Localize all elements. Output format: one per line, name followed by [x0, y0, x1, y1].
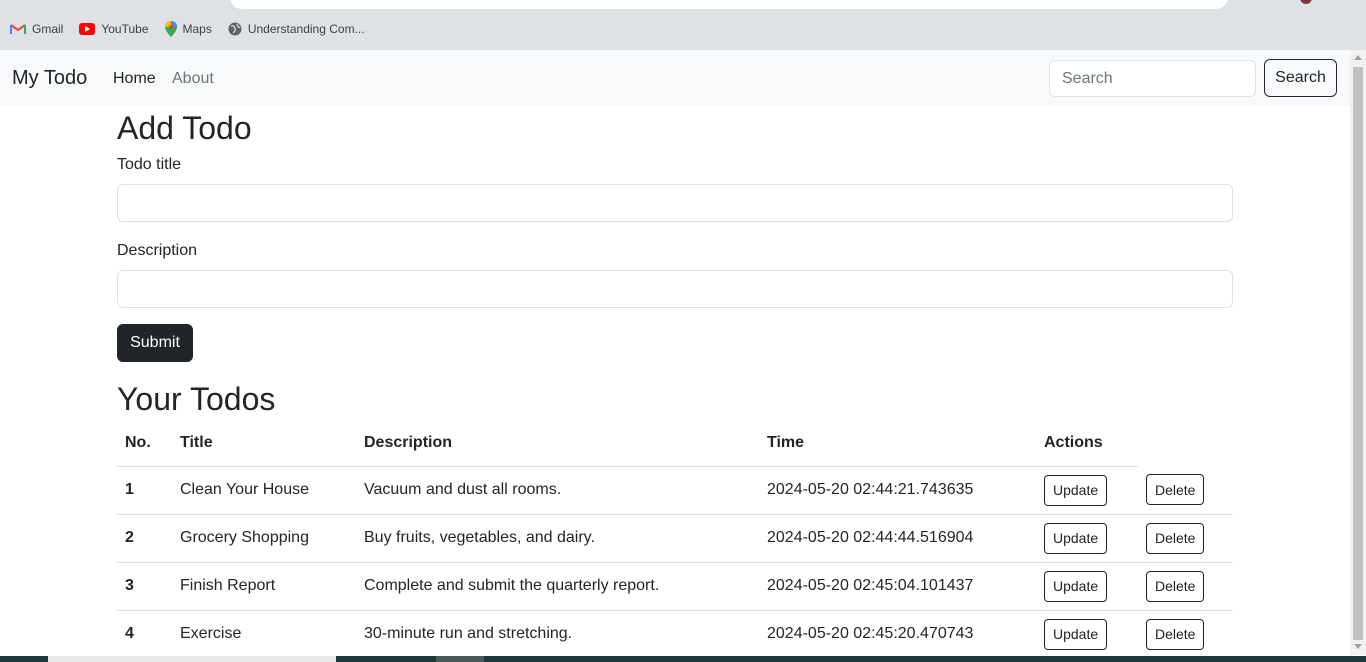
- scroll-thumb[interactable]: [1353, 67, 1363, 640]
- column-header-description: Description: [356, 420, 759, 467]
- delete-cell: Delete: [1138, 610, 1233, 658]
- table-row: 4 Exercise 30-minute run and stretching.…: [117, 610, 1233, 658]
- page-scrollbar[interactable]: [1350, 50, 1366, 655]
- todo-time: 2024-05-20 02:44:44.516904: [759, 514, 1036, 563]
- navbar-brand[interactable]: My Todo: [12, 67, 87, 90]
- delete-cell: Delete: [1138, 562, 1233, 611]
- update-cell: Update: [1036, 562, 1138, 611]
- taskbar-app-button[interactable]: [436, 656, 484, 662]
- browser-chrome: Gmail YouTube Maps Understanding Com...: [0, 0, 1366, 50]
- delete-cell: Delete: [1138, 466, 1233, 515]
- nav-link-home[interactable]: Home: [113, 70, 156, 88]
- todos-table: No. Title Description Time Actions 1 Cle…: [117, 420, 1233, 658]
- todo-description: Buy fruits, vegetables, and dairy.: [356, 514, 759, 563]
- table-row: 2 Grocery Shopping Buy fruits, vegetable…: [117, 514, 1233, 563]
- column-header-actions: Actions: [1036, 420, 1138, 467]
- todo-description: Complete and submit the quarterly report…: [356, 562, 759, 611]
- scroll-up-arrow-icon[interactable]: [1354, 55, 1362, 60]
- bookmark-understanding[interactable]: Understanding Com...: [228, 22, 365, 36]
- your-todos-heading: Your Todos: [117, 381, 276, 417]
- search-input[interactable]: [1049, 60, 1256, 97]
- todo-title-label: Todo title: [117, 156, 182, 173]
- bookmark-label: YouTube: [101, 22, 149, 36]
- description-input[interactable]: [117, 270, 1233, 308]
- globe-icon: [228, 22, 242, 36]
- todo-description: 30-minute run and stretching.: [364, 625, 573, 643]
- scroll-down-arrow-icon[interactable]: [1354, 644, 1362, 649]
- taskbar: [0, 656, 1366, 662]
- table-row: 1 Clean Your House Vacuum and dust all r…: [117, 466, 1233, 515]
- todo-number: 1: [117, 466, 172, 515]
- delete-button[interactable]: Delete: [1146, 474, 1205, 506]
- bookmark-youtube[interactable]: YouTube: [79, 22, 149, 36]
- todo-time: 2024-05-20 02:44:21.743635: [759, 466, 1036, 515]
- delete-button[interactable]: Delete: [1146, 570, 1205, 602]
- todo-time: 2024-05-20 02:45:04.101437: [759, 562, 1036, 611]
- submit-button[interactable]: Submit: [117, 324, 193, 362]
- todo-title-input[interactable]: [117, 184, 1233, 222]
- youtube-icon: [79, 23, 96, 35]
- update-cell: Update: [1036, 514, 1138, 563]
- nav-link-about[interactable]: About: [172, 70, 214, 88]
- bookmark-maps[interactable]: Maps: [164, 21, 212, 37]
- table-header-row: No. Title Description Time Actions: [117, 420, 1233, 467]
- profile-avatar[interactable]: [1300, 0, 1312, 4]
- todo-number: 2: [117, 514, 172, 563]
- todo-title: Grocery Shopping: [172, 514, 356, 563]
- todo-number: 3: [117, 562, 172, 611]
- update-cell: Update: [1036, 466, 1138, 515]
- column-header-time: Time: [759, 420, 1036, 467]
- bookmark-label: Gmail: [32, 22, 64, 36]
- bookmark-label: Maps: [182, 22, 212, 36]
- description-label: Description: [117, 242, 198, 259]
- update-cell: Update: [1036, 610, 1138, 658]
- update-button[interactable]: Update: [1044, 570, 1108, 602]
- todo-title: Finish Report: [172, 562, 356, 611]
- column-header-blank: [1138, 420, 1233, 466]
- table-row: 3 Finish Report Complete and submit the …: [117, 562, 1233, 611]
- delete-button[interactable]: Delete: [1146, 522, 1205, 554]
- column-header-no: No.: [117, 420, 172, 467]
- todo-number: 4: [125, 625, 134, 643]
- add-todo-heading: Add Todo: [117, 110, 252, 146]
- update-button[interactable]: Update: [1044, 618, 1108, 650]
- delete-cell: Delete: [1138, 514, 1233, 563]
- maps-icon: [164, 21, 177, 37]
- bookmark-gmail[interactable]: Gmail: [10, 22, 63, 36]
- update-button[interactable]: Update: [1044, 522, 1108, 554]
- column-header-title: Title: [172, 420, 356, 467]
- address-bar[interactable]: [230, 0, 1228, 9]
- todo-time: 2024-05-20 02:45:20.470743: [767, 625, 974, 643]
- todo-description: Vacuum and dust all rooms.: [356, 466, 759, 515]
- todo-title: Exercise: [180, 625, 242, 643]
- todo-title: Clean Your House: [172, 466, 356, 515]
- bookmark-label: Understanding Com...: [247, 22, 365, 36]
- gmail-icon: [10, 24, 26, 34]
- navbar: My Todo Home About Search: [0, 50, 1350, 106]
- delete-button[interactable]: Delete: [1146, 618, 1205, 650]
- search-button[interactable]: Search: [1264, 59, 1337, 97]
- bookmarks-bar: Gmail YouTube Maps Understanding Com...: [10, 20, 365, 38]
- update-button[interactable]: Update: [1044, 474, 1108, 506]
- taskbar-search-box[interactable]: [48, 656, 336, 662]
